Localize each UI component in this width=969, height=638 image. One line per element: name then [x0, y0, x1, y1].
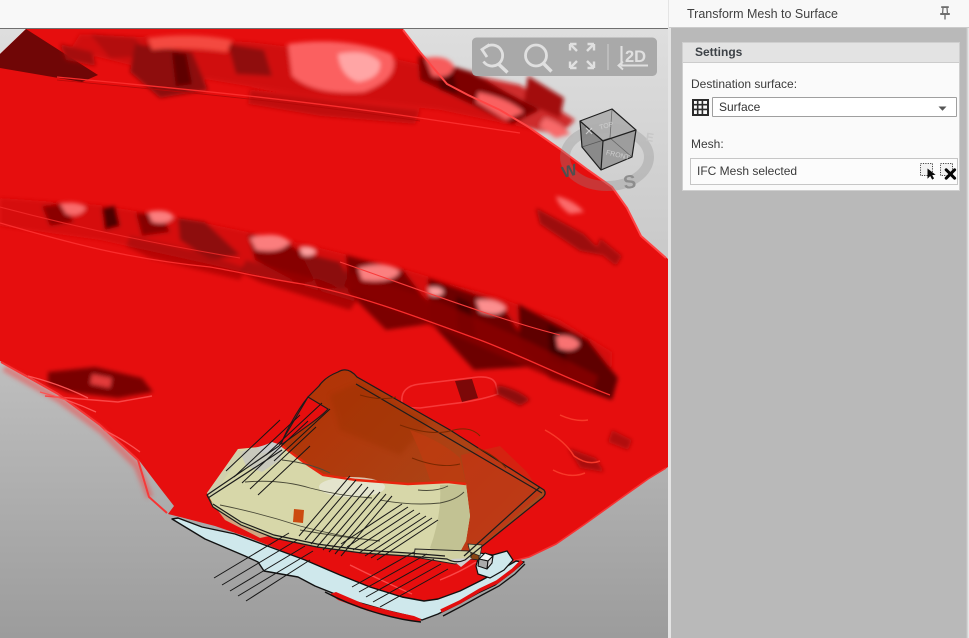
svg-text:2D: 2D	[625, 48, 646, 66]
